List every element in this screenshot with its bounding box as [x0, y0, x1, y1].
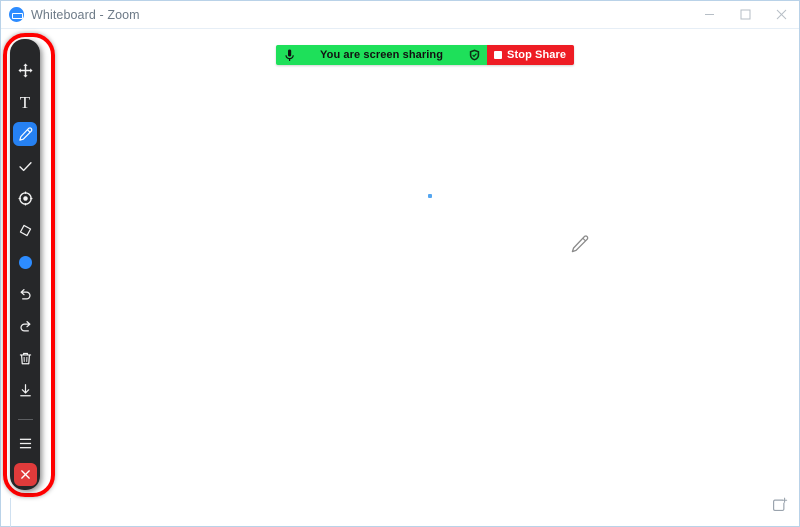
close-button[interactable]	[763, 1, 799, 29]
stop-share-label: Stop Share	[507, 49, 567, 61]
window-controls	[691, 1, 799, 29]
clear-button[interactable]	[13, 346, 37, 370]
title-bar: Whiteboard - Zoom	[1, 1, 799, 29]
stop-square-icon	[494, 51, 503, 59]
checkmark-icon	[18, 161, 32, 171]
undo-arrow-icon	[19, 288, 31, 300]
menu-button[interactable]	[13, 431, 37, 455]
pencil-icon	[18, 126, 32, 141]
minimize-button[interactable]	[691, 1, 727, 29]
trash-icon	[19, 352, 31, 364]
maximize-icon	[740, 9, 750, 20]
spotlight-tool[interactable]	[13, 186, 37, 210]
spotlight-icon	[18, 191, 32, 205]
download-icon	[19, 383, 31, 396]
undo-button[interactable]	[13, 282, 37, 306]
text-t-icon: T	[19, 92, 31, 112]
new-page-button[interactable]	[768, 494, 790, 516]
text-tool[interactable]: T	[13, 90, 37, 114]
share-status-section: You are screen sharing	[276, 45, 488, 65]
close-toolbar-button[interactable]	[13, 463, 37, 486]
close-icon	[776, 9, 786, 20]
redo-button[interactable]	[13, 314, 37, 338]
stop-share-button[interactable]: Stop Share	[487, 45, 575, 65]
add-page-icon	[773, 497, 788, 511]
move-tool[interactable]	[13, 58, 37, 82]
toolbar-divider	[17, 419, 33, 420]
share-status-text: You are screen sharing	[320, 49, 444, 61]
ink-mark	[428, 194, 432, 198]
canvas-left-edge	[10, 498, 11, 527]
zoom-whiteboard-window: Whiteboard - Zoom You are screen sharing…	[0, 0, 800, 527]
window-title: Whiteboard - Zoom	[31, 7, 140, 22]
eraser-icon	[19, 224, 31, 236]
eraser-tool[interactable]	[13, 218, 37, 242]
save-button[interactable]	[13, 378, 37, 402]
hamburger-menu-icon	[19, 438, 31, 448]
redo-arrow-icon	[19, 320, 31, 332]
close-x-icon	[20, 470, 30, 479]
color-circle-icon	[18, 255, 32, 269]
screen-share-bar: You are screen sharing Stop Share	[276, 45, 575, 65]
shield-icon[interactable]	[469, 49, 480, 61]
draw-tool[interactable]	[13, 122, 37, 146]
move-arrows-icon	[17, 62, 33, 78]
minimize-icon	[704, 14, 714, 15]
pencil-cursor-icon	[567, 233, 591, 257]
color-swatch[interactable]	[13, 250, 37, 274]
annotation-toolbar: T	[10, 39, 40, 490]
microphone-icon[interactable]	[285, 49, 294, 62]
zoom-logo-icon	[9, 7, 24, 22]
stamp-tool[interactable]	[13, 154, 37, 178]
maximize-button[interactable]	[727, 1, 763, 29]
